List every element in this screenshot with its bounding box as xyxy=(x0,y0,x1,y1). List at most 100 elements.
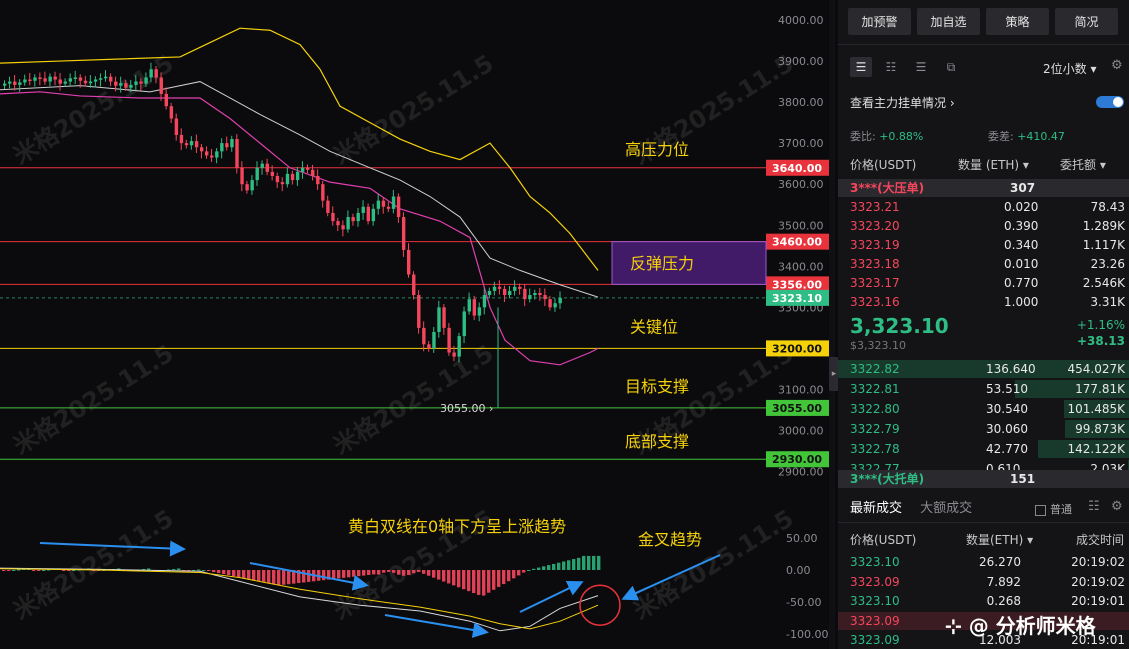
action-buttons: 加预警 加自选 策略 简况 xyxy=(848,8,1118,35)
main-force-toggle[interactable] xyxy=(1096,96,1124,108)
candle-body xyxy=(235,139,239,168)
candle-body xyxy=(245,184,249,191)
macd-histogram-bar xyxy=(362,570,366,576)
macd-histogram-bar xyxy=(572,559,576,570)
gear-icon[interactable]: ⚙ xyxy=(1111,58,1123,73)
candle-body xyxy=(356,212,360,222)
add-alert-button[interactable]: 加预警 xyxy=(848,8,911,35)
candle-body xyxy=(270,171,275,176)
popout-icon[interactable]: ⧉ xyxy=(940,57,962,77)
candle-body xyxy=(63,81,67,84)
candle-body xyxy=(432,331,436,349)
strategy-button[interactable]: 策略 xyxy=(986,8,1049,35)
separator xyxy=(838,522,1129,523)
macd-histogram-bar xyxy=(197,569,201,571)
ask-qty: 0.020 xyxy=(1004,200,1039,214)
candle-body xyxy=(149,69,153,78)
macd-histogram-bar xyxy=(172,568,176,570)
kline-chart[interactable]: 米格2025.11.5 米格2025.11.5 米格2025.11.5 米格2025.… xyxy=(0,0,835,649)
bid-price: 3322.78 xyxy=(850,442,900,456)
candle-body xyxy=(18,82,22,85)
macd-histogram-bar xyxy=(417,570,421,572)
ask-price: 3323.20 xyxy=(850,219,900,233)
macd-histogram-bar xyxy=(542,566,546,570)
ask-amount: 1.117K xyxy=(1082,238,1125,252)
candle-body xyxy=(523,288,527,300)
candle-body xyxy=(371,208,376,222)
big-bid-name: 3***(大托单) xyxy=(850,472,925,486)
filter-icon[interactable]: ☷ xyxy=(1088,499,1100,514)
ask-row[interactable]: 3323.19 0.340 1.117K xyxy=(838,236,1129,254)
trades-tabs: 最新成交 大额成交 xyxy=(850,497,986,516)
bid-row[interactable]: 3322.79 30.060 99.873K xyxy=(838,420,1129,438)
tab-large-trades[interactable]: 大额成交 xyxy=(920,497,972,516)
add-watchlist-button[interactable]: 加自选 xyxy=(917,8,980,35)
candle-body xyxy=(341,225,345,230)
candle-body xyxy=(144,77,148,84)
last-price-usd: $3,323.10 xyxy=(850,339,906,352)
settings-icon[interactable]: ⚙ xyxy=(1111,499,1123,514)
macd-histogram-bar xyxy=(557,562,561,570)
ask-row[interactable]: 3323.21 0.020 78.43 xyxy=(838,198,1129,216)
macd-histogram-bar xyxy=(277,570,281,586)
macd-histogram-bar xyxy=(287,570,291,585)
tab-latest-trades[interactable]: 最新成交 xyxy=(850,497,902,516)
macd-histogram-bar xyxy=(467,570,471,592)
macd-histogram-bar xyxy=(12,570,16,571)
ask-row[interactable]: 3323.20 0.390 1.289K xyxy=(838,217,1129,235)
candle-body xyxy=(401,217,406,250)
macd-histogram-bar xyxy=(407,570,411,576)
decimals-select[interactable]: 2位小数 ▾ xyxy=(1043,60,1096,77)
bids-view-icon[interactable]: ☷ xyxy=(880,57,902,77)
author-watermark: ⊹ @ 分析师米格 xyxy=(945,614,1096,638)
last-price: 3,323.10 xyxy=(850,314,949,338)
candle-body xyxy=(513,286,517,291)
macd-histogram-bar xyxy=(62,570,66,572)
ask-qty: 1.000 xyxy=(1004,295,1039,309)
ask-row[interactable]: 3323.18 0.010 23.26 xyxy=(838,255,1129,273)
candle-body xyxy=(215,151,219,158)
price-tick-label: 2900.00 xyxy=(778,466,824,479)
ask-row[interactable]: 3323.17 0.770 2.546K xyxy=(838,274,1129,292)
candle-body xyxy=(412,274,416,296)
macd-histogram-bar xyxy=(562,561,566,570)
candle-body xyxy=(533,292,537,296)
macd-tick-label: -50.00 xyxy=(786,596,821,609)
macd-histogram-bar xyxy=(347,570,351,578)
ask-row[interactable]: 3323.16 1.000 3.31K xyxy=(838,293,1129,311)
macd-histogram-bar xyxy=(367,570,371,575)
header-qty[interactable]: 数量 (ETH) ▾ xyxy=(958,156,1029,173)
big-ask-row[interactable]: 3***(大压单) 307 xyxy=(838,179,1129,197)
both-sides-view-icon[interactable]: ☰ xyxy=(850,57,872,77)
bid-row[interactable]: 3322.81 53.510 177.81K xyxy=(838,380,1129,398)
big-bid-row[interactable]: 3***(大托单) 151 xyxy=(838,470,1129,488)
trade-price: 3323.09 xyxy=(850,574,900,589)
macd-histogram-bar xyxy=(267,570,271,584)
candle-body xyxy=(386,206,391,209)
normal-filter[interactable]: 普通 xyxy=(1035,501,1072,517)
overview-button[interactable]: 简况 xyxy=(1055,8,1118,35)
candle-body xyxy=(109,76,113,82)
macd-histogram-bar xyxy=(252,570,256,581)
candle-body xyxy=(134,81,138,85)
ask-amount: 23.26 xyxy=(1090,257,1125,271)
trade-qty: 0.268 xyxy=(986,594,1021,608)
candle-body xyxy=(558,297,562,304)
macd-histogram-bar xyxy=(272,570,276,585)
candle-body xyxy=(306,167,310,170)
trade-header-qty[interactable]: 数量(ETH) ▾ xyxy=(966,531,1033,548)
main-force-orders-link[interactable]: 查看主力挂单情况 › xyxy=(850,94,955,111)
bid-row[interactable]: 3322.78 42.770 142.122K xyxy=(838,440,1129,458)
macd-histogram-bar xyxy=(202,570,206,571)
candle-body xyxy=(407,249,411,275)
ask-price: 3323.19 xyxy=(850,238,900,252)
golden-cross-label: 金叉趋势 xyxy=(638,530,702,549)
bid-row[interactable]: 3322.82 136.640 454.027K xyxy=(838,360,1129,378)
candle-body xyxy=(205,151,209,156)
checkbox-icon[interactable] xyxy=(1035,504,1046,516)
asks-view-icon[interactable]: ☰ xyxy=(910,57,932,77)
macd-histogram-bar xyxy=(222,570,226,575)
header-amount[interactable]: 委托额 ▾ xyxy=(1060,156,1106,173)
bid-row[interactable]: 3322.80 30.540 101.485K xyxy=(838,400,1129,418)
candle-body xyxy=(129,84,133,88)
